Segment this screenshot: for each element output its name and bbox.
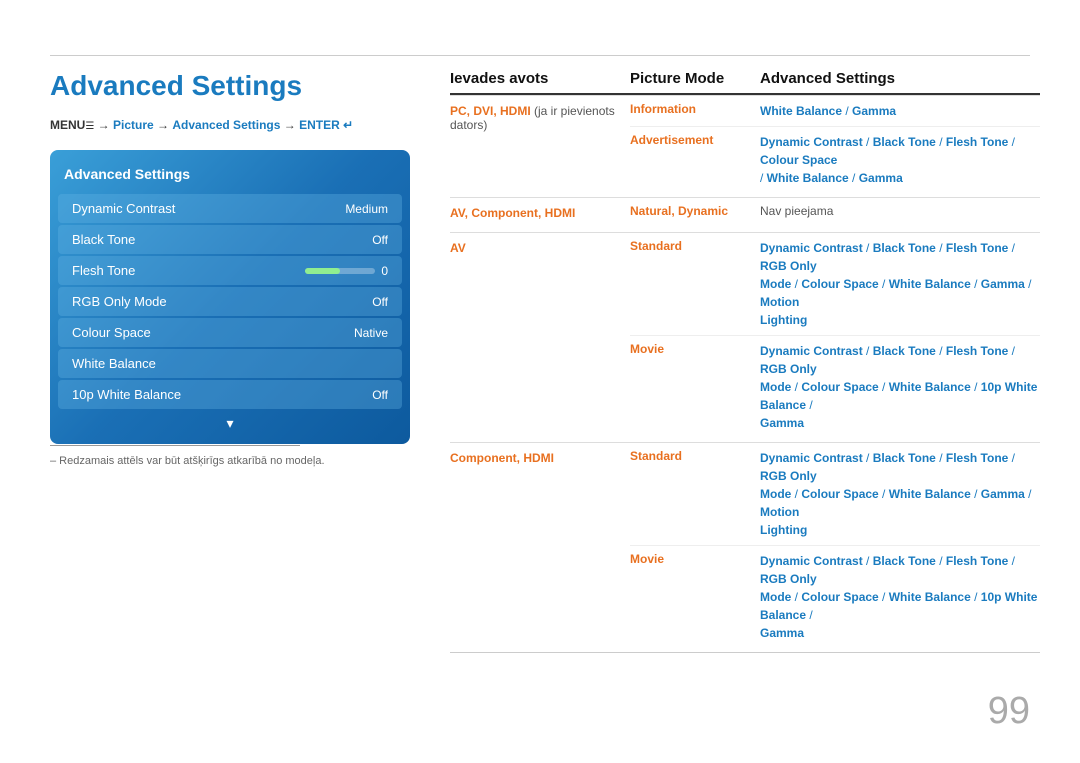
group-av: AV Standard Dynamic Contrast / Black Ton… — [450, 232, 1040, 442]
settings-panel: Advanced Settings Dynamic Contrast Mediu… — [50, 150, 410, 444]
picture-mode-av-movie: Movie — [630, 342, 760, 432]
input-av-component-hdmi: AV, Component, HDMI — [450, 198, 630, 228]
dynamic-contrast-value: Medium — [345, 202, 388, 216]
breadcrumb-picture: Picture — [113, 118, 154, 132]
settings-advertisement: Dynamic Contrast / Black Tone / Flesh To… — [760, 133, 1040, 187]
scroll-down-indicator: ▾ — [50, 411, 410, 434]
black-tone-label: Black Tone — [72, 232, 135, 247]
group-component-hdmi: Component, HDMI Standard Dynamic Contras… — [450, 442, 1040, 653]
left-panel: Advanced Settings MENU☰ → Picture → Adva… — [50, 70, 410, 444]
flesh-tone-item[interactable]: Flesh Tone 0 — [58, 256, 402, 285]
flesh-tone-label: Flesh Tone — [72, 263, 135, 278]
header-advanced-settings: Advanced Settings — [760, 70, 1040, 87]
10p-white-balance-label: 10p White Balance — [72, 387, 181, 402]
picture-mode-natural-dynamic: Natural, Dynamic — [630, 204, 760, 218]
breadcrumb-advanced: Advanced Settings — [172, 118, 280, 132]
white-balance-label: White Balance — [72, 356, 156, 371]
table-header: Ievades avots Picture Mode Advanced Sett… — [450, 70, 1040, 95]
black-tone-value: Off — [372, 233, 388, 247]
mode-information: Information White Balance / Gamma — [630, 96, 1040, 127]
rgb-only-mode-value: Off — [372, 295, 388, 309]
black-tone-item[interactable]: Black Tone Off — [58, 225, 402, 254]
group-row-av: AV Standard Dynamic Contrast / Black Ton… — [450, 233, 1040, 438]
modes-av-comp: Natural, Dynamic Nav pieejama — [630, 198, 1040, 224]
modes-component-hdmi: Standard Dynamic Contrast / Black Tone /… — [630, 443, 1040, 648]
slider-fill — [305, 268, 340, 274]
group-row-component-hdmi: Component, HDMI Standard Dynamic Contras… — [450, 443, 1040, 648]
colour-space-value: Native — [354, 326, 388, 340]
breadcrumb: MENU☰ → Picture → Advanced Settings → EN… — [50, 118, 410, 132]
colour-space-label: Colour Space — [72, 325, 151, 340]
picture-mode-comp-movie: Movie — [630, 552, 760, 642]
settings-av-movie: Dynamic Contrast / Black Tone / Flesh To… — [760, 342, 1040, 432]
settings-box-title: Advanced Settings — [50, 160, 410, 192]
flesh-tone-slider[interactable] — [305, 268, 375, 274]
settings-comp-standard: Dynamic Contrast / Black Tone / Flesh To… — [760, 449, 1040, 539]
picture-mode-av-standard: Standard — [630, 239, 760, 329]
flesh-tone-value: 0 — [381, 264, 388, 278]
dynamic-contrast-label: Dynamic Contrast — [72, 201, 175, 216]
settings-natural-dynamic: Nav pieejama — [760, 204, 1040, 218]
settings-comp-movie: Dynamic Contrast / Black Tone / Flesh To… — [760, 552, 1040, 642]
right-panel: Ievades avots Picture Mode Advanced Sett… — [450, 70, 1040, 653]
top-divider — [50, 55, 1030, 56]
input-av: AV — [450, 233, 630, 263]
page-number: 99 — [988, 690, 1030, 733]
mode-av-standard: Standard Dynamic Contrast / Black Tone /… — [630, 233, 1040, 336]
page-title: Advanced Settings — [50, 70, 410, 102]
footnote-divider — [50, 445, 300, 446]
menu-label: MENU☰ — [50, 118, 94, 132]
settings-av-standard: Dynamic Contrast / Black Tone / Flesh To… — [760, 239, 1040, 329]
dynamic-contrast-item[interactable]: Dynamic Contrast Medium — [58, 194, 402, 223]
group-av-component-hdmi: AV, Component, HDMI Natural, Dynamic Nav… — [450, 197, 1040, 232]
header-input-source: Ievades avots — [450, 70, 630, 87]
input-component-hdmi: Component, HDMI — [450, 443, 630, 473]
header-picture-mode: Picture Mode — [630, 70, 760, 87]
group-pc-dvi-hdmi: PC, DVI, HDMI (ja ir pievienots dators) … — [450, 95, 1040, 197]
colour-space-item[interactable]: Colour Space Native — [58, 318, 402, 347]
white-balance-item[interactable]: White Balance — [58, 349, 402, 378]
modes-av: Standard Dynamic Contrast / Black Tone /… — [630, 233, 1040, 438]
group-row-av-comp: AV, Component, HDMI Natural, Dynamic Nav… — [450, 198, 1040, 228]
rgb-only-mode-item[interactable]: RGB Only Mode Off — [58, 287, 402, 316]
breadcrumb-enter: ENTER ↵ — [299, 118, 353, 132]
input-pc-dvi-hdmi: PC, DVI, HDMI (ja ir pievienots dators) — [450, 96, 630, 140]
10p-white-balance-value: Off — [372, 388, 388, 402]
footnote: – Redzamais attēls var būt atšķirīgs atk… — [50, 455, 325, 467]
mode-advertisement: Advertisement Dynamic Contrast / Black T… — [630, 127, 1040, 193]
flesh-tone-slider-container: 0 — [305, 264, 388, 278]
mode-comp-movie: Movie Dynamic Contrast / Black Tone / Fl… — [630, 546, 1040, 648]
picture-mode-information: Information — [630, 102, 760, 120]
mode-natural-dynamic: Natural, Dynamic Nav pieejama — [630, 198, 1040, 224]
picture-mode-advertisement: Advertisement — [630, 133, 760, 187]
rgb-only-mode-label: RGB Only Mode — [72, 294, 167, 309]
picture-mode-comp-standard: Standard — [630, 449, 760, 539]
10p-white-balance-item[interactable]: 10p White Balance Off — [58, 380, 402, 409]
mode-av-movie: Movie Dynamic Contrast / Black Tone / Fl… — [630, 336, 1040, 438]
group-row-pc: PC, DVI, HDMI (ja ir pievienots dators) … — [450, 96, 1040, 193]
modes-pc: Information White Balance / Gamma Advert… — [630, 96, 1040, 193]
mode-comp-standard: Standard Dynamic Contrast / Black Tone /… — [630, 443, 1040, 546]
settings-information: White Balance / Gamma — [760, 102, 1040, 120]
